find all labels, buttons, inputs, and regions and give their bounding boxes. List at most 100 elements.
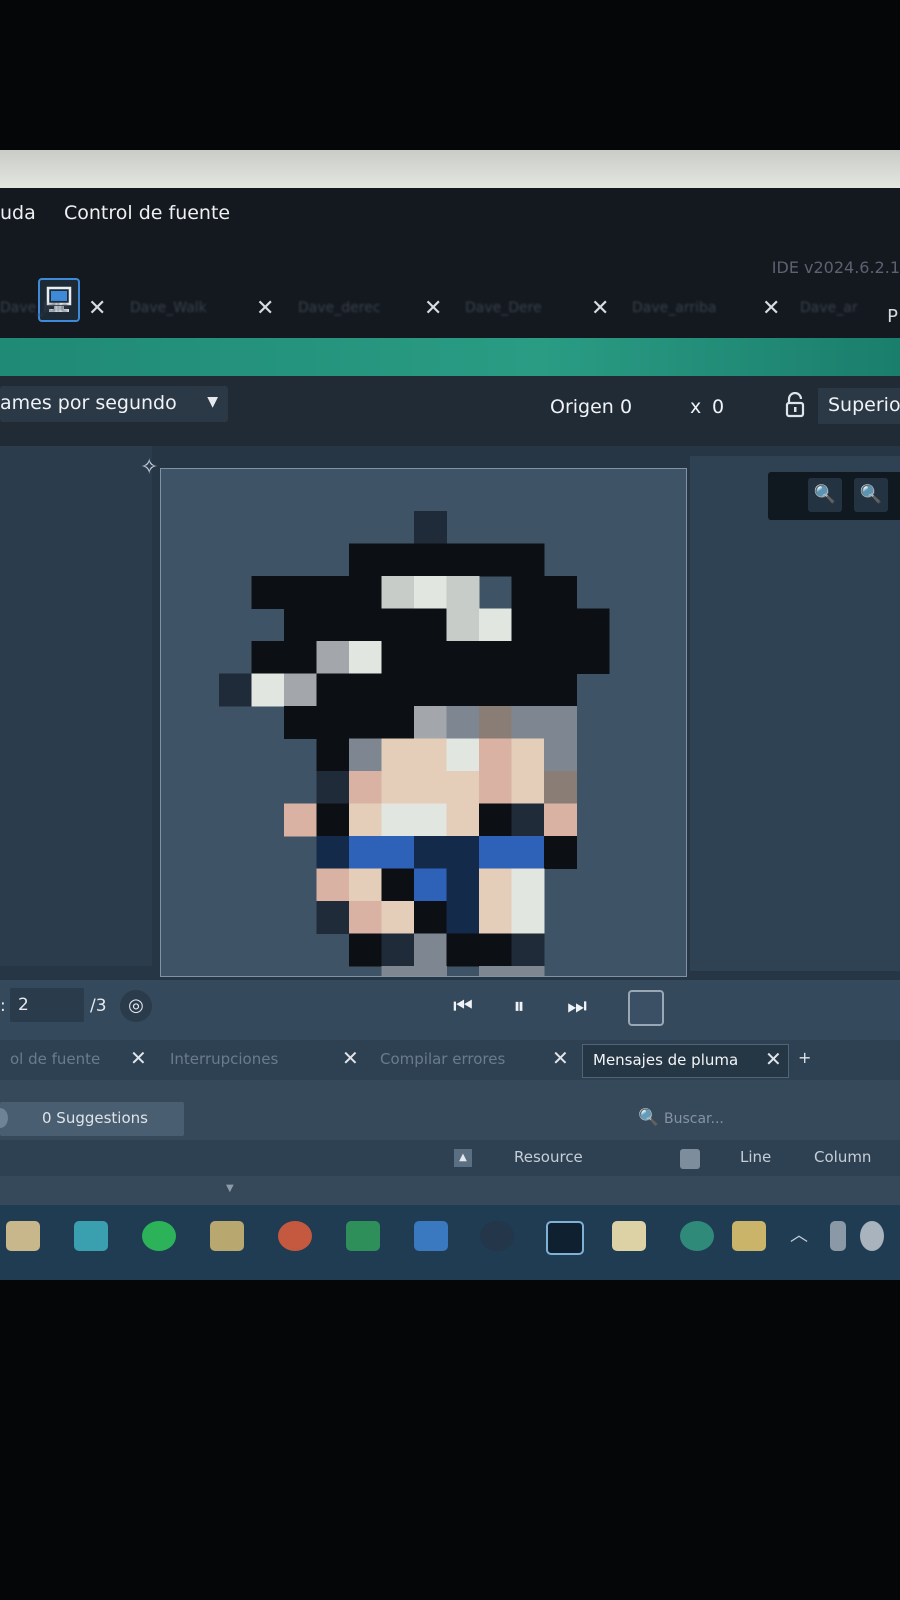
tab-label: Dave_Walk [130,300,207,316]
sprite-pixel [511,771,545,804]
excel-icon[interactable] [346,1221,380,1251]
sprite-pixel [511,706,545,739]
sprite-pixel [381,608,415,642]
feather-messages-panel: 0 Suggestions 🔍 ▲ Resource Line Column ▼ [0,1080,900,1205]
sprite-pixel [414,511,447,544]
column-resource[interactable]: Resource [514,1148,583,1166]
menu-item-source-control[interactable]: Control de fuente [64,202,230,224]
tab-label: Dave_Dere [465,300,542,316]
loop-icon[interactable] [628,990,664,1026]
sprite-pixel [511,641,545,674]
chevron-up-icon[interactable]: ︿ [790,1221,810,1251]
sprite-pixel [316,608,350,642]
tab-breakpoints[interactable]: Interrupciones ✕ [160,1044,365,1076]
sprite-canvas[interactable] [160,468,687,999]
fps-mode-select[interactable]: ames por segundo ▼ [0,386,228,422]
tab-dave-walk[interactable]: Dave_Walk ✕ [130,296,280,324]
sprite-pixel [544,803,577,837]
column-line[interactable]: Line [740,1148,771,1166]
sort-icon[interactable]: ▲ [454,1149,472,1167]
frames-panel [0,446,152,966]
previous-frame-icon[interactable]: ⏮ [446,990,480,1024]
frame-total: /3 [90,996,107,1016]
sprite-pixel [511,836,545,869]
sprite-pixel [284,706,317,739]
sprite-pixel [381,868,415,902]
tab-feather-messages[interactable]: Mensajes de pluma ✕ [582,1044,789,1078]
pause-icon[interactable]: ⏸ [502,990,536,1024]
monitor-screen: uda Control de fuente IDE v2024.6.2.1 P … [0,150,900,1280]
sprite-pixel [316,641,350,674]
origin-preset-select[interactable]: Superior [818,388,900,424]
sprite-pixel [511,673,545,707]
sprite-pixel [414,706,447,739]
suggestions-filter[interactable]: 0 Suggestions [0,1102,184,1136]
add-tab-icon[interactable]: + [798,1048,811,1067]
next-frame-icon[interactable]: ⏭ [560,990,594,1024]
cloud-icon[interactable] [860,1221,884,1251]
sprite-pixel [446,543,480,577]
powerpoint-icon[interactable] [278,1221,312,1251]
folder-icon[interactable] [732,1221,766,1251]
playback-bar: : 2 /3 ◎ ⏮ ⏸ ⏭ [0,980,900,1040]
origin-marker-icon[interactable]: ✧ [140,455,158,480]
close-icon[interactable]: ✕ [765,1047,782,1071]
sprite-pixel [381,966,415,999]
close-icon[interactable]: ✕ [424,296,442,321]
gamemaker-icon[interactable] [546,1221,584,1255]
info-icon [0,1108,8,1128]
tab-dave-ar[interactable]: Dave_ar [800,296,900,324]
menu-item-help[interactable]: uda [0,202,36,224]
tab-dave-dere[interactable]: Dave_Dere ✕ [465,296,615,324]
sprite-pixel [381,771,415,804]
zoom-out-icon[interactable]: 🔍 [808,478,842,512]
sprite-pixel [349,576,382,609]
sprite-pixel [414,576,447,609]
app-icon[interactable] [480,1221,514,1251]
tab-dave-idle[interactable]: Dave_Idle ✕ [0,296,110,324]
sprite-pixel [446,608,480,642]
word-icon[interactable] [414,1221,448,1251]
tab-source-control[interactable]: ol de fuente ✕ [0,1044,150,1076]
onion-skin-icon[interactable]: ◎ [120,990,152,1022]
tab-compile-errors[interactable]: Compilar errores ✕ [370,1044,575,1076]
column-toggle-checkbox[interactable] [680,1149,700,1169]
lock-icon[interactable] [784,392,806,418]
preview-panel [690,456,900,971]
sprite-pixel [446,641,480,674]
sprite-pixel [511,966,545,999]
sprite-pixel [349,836,382,869]
origin-x-field[interactable]: 0 [620,396,632,418]
sprite-pixel [414,641,447,674]
tab-dave-arriba[interactable]: Dave_arriba ✕ [632,296,782,324]
sprite-pixel [414,868,447,902]
close-icon[interactable]: ✕ [552,1046,569,1070]
spotify-icon[interactable] [142,1221,176,1251]
search-input[interactable] [662,1104,886,1134]
close-icon[interactable]: ✕ [130,1046,147,1070]
close-icon[interactable]: ✕ [88,296,106,321]
column-column[interactable]: Column [814,1148,871,1166]
sprite-pixel [446,576,480,609]
tab-label: Interrupciones [170,1050,279,1068]
close-icon[interactable]: ✕ [256,296,274,321]
close-icon[interactable]: ✕ [342,1046,359,1070]
frame-number-input[interactable]: 2 [10,988,84,1022]
close-icon[interactable]: ✕ [591,296,609,321]
close-icon[interactable]: ✕ [762,296,780,321]
mail-icon[interactable] [74,1221,108,1251]
file-explorer-icon[interactable] [6,1221,40,1251]
sprite-pixel [251,673,285,707]
ide-version: IDE v2024.6.2.1 [771,258,900,277]
battery-icon[interactable] [830,1221,846,1251]
edge-icon[interactable] [680,1221,714,1251]
sprite-pixel [284,576,317,609]
collapse-handle-icon[interactable]: ▼ [226,1183,234,1194]
sprite-pixel [284,608,317,642]
output-tabs: ol de fuente ✕ Interrupciones ✕ Compilar… [0,1040,900,1080]
tab-dave-derecha[interactable]: Dave_derec ✕ [298,296,448,324]
notes-icon[interactable] [612,1221,646,1251]
folder-icon[interactable] [210,1221,244,1251]
zoom-in-icon[interactable]: 🔍 [854,478,888,512]
origin-y-field[interactable]: 0 [712,396,724,418]
